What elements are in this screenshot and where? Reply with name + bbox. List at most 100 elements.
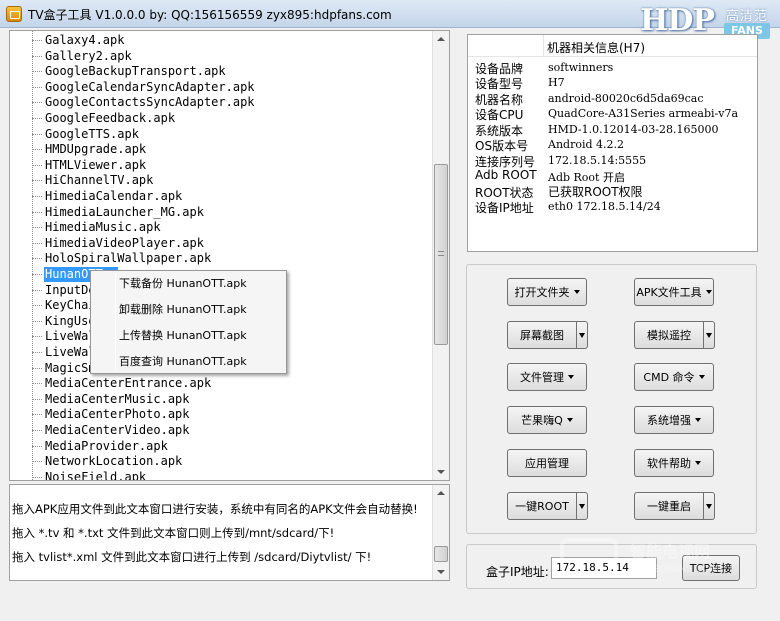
one-key-reboot-dropdown-icon[interactable] bbox=[704, 492, 715, 520]
list-item[interactable]: HimediaLauncher_MG.apk bbox=[44, 205, 205, 220]
list-item[interactable]: InputDe bbox=[44, 283, 97, 298]
list-item[interactable]: NetworkLocation.apk bbox=[44, 454, 183, 469]
hdp-logo-cn: 高清范 bbox=[726, 9, 769, 24]
info-key-adb-root: Adb ROOT bbox=[475, 168, 537, 182]
list-item[interactable]: GoogleTTS.apk bbox=[44, 127, 140, 142]
scroll-thumb[interactable] bbox=[434, 164, 448, 345]
open-folder-label: 打开文件夹 bbox=[514, 286, 570, 299]
list-item[interactable]: HMDUpgrade.apk bbox=[44, 142, 147, 157]
info-value-os-version: Android 4.2.2 bbox=[548, 138, 624, 151]
ip-input[interactable]: 172.18.5.14 bbox=[551, 557, 657, 579]
info-value-ip: eth0 172.18.5.14/24 bbox=[548, 200, 661, 213]
list-item[interactable]: Galaxy4.apk bbox=[44, 33, 125, 48]
list-item[interactable]: MediaCenterVideo.apk bbox=[44, 423, 191, 438]
info-value-brand: softwinners bbox=[548, 61, 614, 74]
device-info-title: 机器相关信息(H7) bbox=[547, 41, 646, 55]
tree-branch bbox=[32, 55, 42, 57]
info-value-root-status: 已获取ROOT权限 bbox=[548, 185, 643, 199]
tree-branch bbox=[32, 320, 42, 322]
list-item[interactable]: HiChannelTV.apk bbox=[44, 173, 154, 188]
software-help-button[interactable]: 软件帮助 bbox=[634, 449, 714, 477]
tree-branch bbox=[32, 180, 42, 182]
header-divider bbox=[543, 35, 544, 57]
tree-branch bbox=[32, 274, 42, 275]
tree-branch bbox=[32, 445, 42, 447]
list-item[interactable]: HimediaVideoPlayer.apk bbox=[44, 236, 205, 251]
context-menu-uninstall[interactable]: 卸载删除 HunanOTT.apk bbox=[119, 299, 247, 321]
scroll-up-arrow-icon[interactable] bbox=[433, 485, 449, 502]
mango-label: 芒果嗨Q bbox=[521, 414, 563, 427]
list-item[interactable]: HTMLViewer.apk bbox=[44, 158, 147, 173]
apk-tools-button[interactable]: APK文件工具 bbox=[634, 278, 714, 306]
device-info-header: 机器相关信息(H7) bbox=[468, 35, 757, 57]
software-help-label: 软件帮助 bbox=[647, 457, 691, 470]
system-enhance-label: 系统增强 bbox=[647, 414, 691, 427]
list-item[interactable]: KeyChai bbox=[44, 298, 97, 313]
one-key-reboot-label: 一键重启 bbox=[647, 500, 691, 513]
tree-branch bbox=[32, 367, 42, 369]
scroll-thumb[interactable] bbox=[434, 546, 448, 562]
app-list[interactable]: Galaxy4.apk Gallery2.apk GoogleBackupTrans… bbox=[9, 30, 450, 481]
dropdown-arrow-icon bbox=[566, 418, 573, 422]
title-bar: TV盒子工具 V1.0.0.0 by: QQ:156156559 zyx895:… bbox=[0, 0, 780, 39]
info-value-sys-version: HMD-1.0.12014-03-28.165000 bbox=[548, 123, 719, 136]
tree-branch bbox=[32, 196, 42, 197]
screenshot-button[interactable]: 屏幕截图 bbox=[507, 321, 577, 349]
tcp-connect-button[interactable]: TCP连接 bbox=[682, 555, 740, 581]
remote-sim-button[interactable]: 模拟遥控 bbox=[634, 321, 704, 349]
tree-branch bbox=[32, 258, 42, 260]
tree-branch bbox=[32, 398, 42, 400]
list-item[interactable]: GoogleFeedback.apk bbox=[44, 111, 176, 126]
screenshot-dropdown-icon[interactable] bbox=[577, 321, 588, 349]
log-scrollbar[interactable] bbox=[432, 485, 449, 580]
system-enhance-button[interactable]: 系统增强 bbox=[634, 406, 714, 434]
context-menu: 下载备份 HunanOTT.apk 卸载删除 HunanOTT.apk 上传替换… bbox=[90, 270, 287, 374]
list-item[interactable]: HimediaMusic.apk bbox=[44, 220, 162, 235]
mango-button[interactable]: 芒果嗨Q bbox=[507, 406, 587, 434]
tree-branch bbox=[32, 133, 42, 135]
file-manager-button[interactable]: 文件管理 bbox=[507, 363, 587, 391]
tree-branch bbox=[32, 414, 42, 416]
cmd-label: CMD 命令 bbox=[643, 371, 695, 384]
tree-branch bbox=[32, 164, 42, 166]
log-textarea[interactable]: 拖入APK应用文件到此文本窗口进行安装，系统中有同名的APK文件会自动替换! 拖… bbox=[9, 484, 450, 581]
list-item[interactable]: MediaCenterPhoto.apk bbox=[44, 407, 191, 422]
list-item[interactable]: HimediaCalendar.apk bbox=[44, 189, 183, 204]
one-key-root-button[interactable]: 一键ROOT bbox=[507, 492, 577, 520]
one-key-reboot-button[interactable]: 一键重启 bbox=[634, 492, 704, 520]
list-item[interactable]: NoiseField.apk bbox=[44, 470, 147, 480]
context-menu-upload-replace[interactable]: 上传替换 HunanOTT.apk bbox=[119, 325, 247, 347]
list-item[interactable]: LiveWal bbox=[44, 329, 97, 344]
list-item[interactable]: GoogleCalendarSyncAdapter.apk bbox=[44, 80, 256, 95]
context-menu-baidu-search[interactable]: 百度查询 HunanOTT.apk bbox=[119, 351, 247, 373]
list-item[interactable]: Gallery2.apk bbox=[44, 49, 133, 64]
tree-branch bbox=[32, 305, 42, 307]
list-item[interactable]: MediaCenterMusic.apk bbox=[44, 392, 191, 407]
list-item[interactable]: HoloSpiralWallpaper.apk bbox=[44, 251, 212, 266]
ip-label: 盒子IP地址: bbox=[486, 565, 549, 579]
log-line: 拖入 *.tv 和 *.txt 文件到此文本窗口则上传到/mnt/sdcard/… bbox=[12, 526, 335, 540]
scroll-down-arrow-icon[interactable] bbox=[433, 463, 449, 480]
list-item[interactable]: MediaProvider.apk bbox=[44, 439, 169, 454]
scroll-down-arrow-icon[interactable] bbox=[433, 563, 449, 580]
cmd-button[interactable]: CMD 命令 bbox=[634, 363, 714, 391]
list-item[interactable]: MagicSm bbox=[44, 361, 97, 376]
list-item[interactable]: KingUse bbox=[44, 314, 97, 329]
remote-sim-dropdown-icon[interactable] bbox=[704, 321, 715, 349]
one-key-root-dropdown-icon[interactable] bbox=[577, 492, 588, 520]
tree-branch bbox=[32, 40, 42, 41]
open-folder-button[interactable]: 打开文件夹 bbox=[507, 278, 587, 306]
remote-sim-label: 模拟遥控 bbox=[647, 329, 691, 342]
scroll-up-arrow-icon[interactable] bbox=[433, 31, 449, 48]
tree-branch bbox=[32, 227, 42, 229]
file-manager-label: 文件管理 bbox=[520, 371, 564, 384]
log-line: 拖入APK应用文件到此文本窗口进行安装，系统中有同名的APK文件会自动替换! bbox=[12, 502, 418, 516]
list-item[interactable]: MediaCenterEntrance.apk bbox=[44, 376, 212, 391]
list-item[interactable]: GoogleContactsSyncAdapter.apk bbox=[44, 95, 256, 110]
app-manager-button[interactable]: 应用管理 bbox=[507, 449, 587, 477]
tree-branch bbox=[32, 289, 42, 291]
list-item[interactable]: LiveWal bbox=[44, 345, 97, 360]
list-item[interactable]: GoogleBackupTransport.apk bbox=[44, 64, 227, 79]
app-list-scrollbar[interactable] bbox=[432, 31, 449, 480]
context-menu-download-backup[interactable]: 下载备份 HunanOTT.apk bbox=[119, 273, 247, 295]
